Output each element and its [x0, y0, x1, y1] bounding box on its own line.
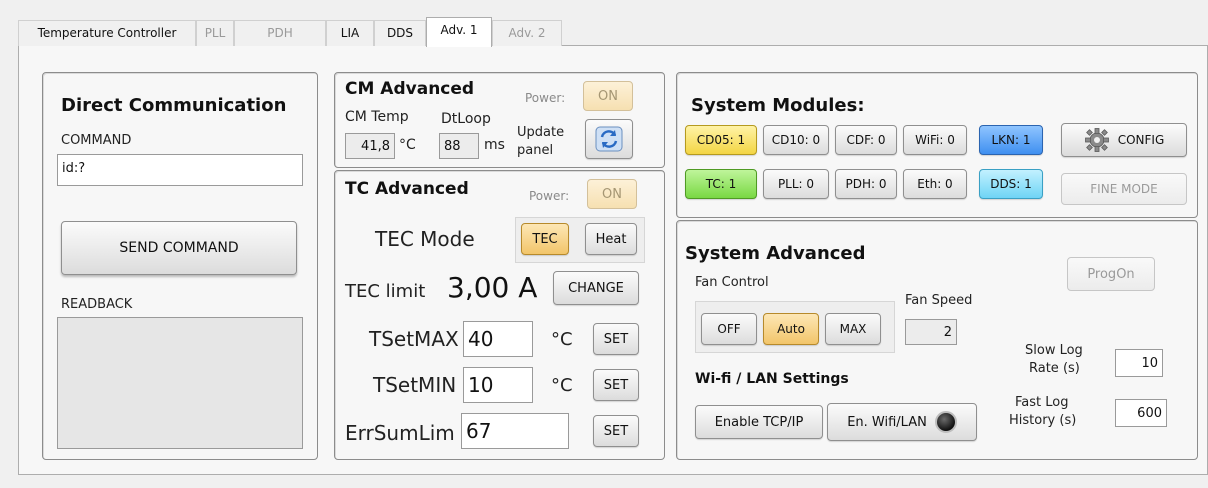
direct-communication-title: Direct Communication [61, 95, 287, 116]
tab-adv-2[interactable]: Adv. 2 [492, 20, 562, 46]
cm-temp-unit: °C [399, 137, 416, 153]
tab-pdh[interactable]: PDH [234, 20, 326, 46]
cm-temp-value: 41,8 [345, 133, 395, 159]
tsetmax-label: TSetMAX [369, 327, 459, 351]
cm-temp-label: CM Temp [345, 109, 409, 125]
fine-mode-button[interactable]: FINE MODE [1061, 173, 1187, 205]
slow-log-rate-input[interactable]: 10 [1115, 349, 1163, 377]
fast-log-history-input[interactable]: 600 [1115, 399, 1167, 427]
fast-log-label-1: Fast Log [1015, 395, 1069, 410]
slow-log-label-1: Slow Log [1025, 343, 1083, 358]
module-cd10-badge[interactable]: CD10: 0 [763, 125, 829, 155]
update-panel-label-2: panel [517, 143, 554, 158]
module-pll-badge[interactable]: PLL: 0 [763, 169, 829, 199]
direct-communication-panel: Direct Communication COMMAND id:? SEND C… [42, 72, 318, 460]
config-button-label: CONFIG [1117, 133, 1165, 147]
errsumlim-set-button[interactable]: SET [593, 415, 639, 447]
dtloop-value: 88 [439, 133, 479, 159]
tc-advanced-title: TC Advanced [345, 179, 469, 199]
cm-power-button[interactable]: ON [583, 81, 633, 111]
system-advanced-title: System Advanced [685, 243, 866, 264]
fan-speed-label: Fan Speed [905, 293, 973, 308]
fan-auto-button[interactable]: Auto [763, 313, 819, 345]
wifi-lan-status-led-icon [934, 411, 957, 433]
tab-temperature-controller[interactable]: Temperature Controller [18, 20, 196, 46]
module-lkn-badge[interactable]: LKN: 1 [979, 125, 1043, 155]
dtloop-label: DtLoop [441, 111, 491, 127]
tc-power-label: Power: [529, 189, 570, 203]
update-panel-button[interactable] [585, 119, 633, 159]
errsumlim-input[interactable]: 67 [461, 413, 569, 449]
system-modules-panel: System Modules: CD05: 1 CD10: 0 CDF: 0 W… [676, 72, 1198, 218]
tsetmax-set-button[interactable]: SET [593, 323, 639, 355]
cm-advanced-panel: CM Advanced Power: ON CM Temp DtLoop 41,… [334, 72, 665, 168]
tsetmax-unit: °C [551, 329, 573, 350]
fan-speed-value: 2 [905, 319, 957, 345]
tec-limit-label: TEC limit [345, 281, 426, 302]
fan-max-button[interactable]: MAX [825, 313, 881, 345]
dtloop-unit: ms [484, 137, 505, 153]
fast-log-label-2: History (s) [1009, 413, 1077, 428]
tsetmin-label: TSetMIN [373, 373, 457, 397]
tec-mode-label: TEC Mode [375, 227, 475, 251]
command-input[interactable]: id:? [57, 154, 303, 186]
readback-label: READBACK [61, 297, 133, 312]
tc-power-button[interactable]: ON [587, 179, 637, 209]
enable-tcp-ip-button[interactable]: Enable TCP/IP [695, 405, 823, 439]
system-modules-title: System Modules: [691, 95, 865, 116]
enable-wifi-lan-label: En. Wifi/LAN [847, 414, 927, 430]
errsumlim-label: ErrSumLim [345, 421, 455, 445]
slow-log-label-2: Rate (s) [1029, 361, 1080, 376]
cm-advanced-title: CM Advanced [345, 79, 475, 99]
wifi-lan-title: Wi-fi / LAN Settings [695, 371, 849, 387]
tab-dds[interactable]: DDS [374, 20, 426, 46]
command-label: COMMAND [61, 133, 132, 148]
tsetmin-unit: °C [551, 375, 573, 396]
tec-mode-tec-button[interactable]: TEC [521, 223, 569, 255]
module-dds-badge[interactable]: DDS: 1 [979, 169, 1043, 199]
fan-control-label: Fan Control [695, 275, 769, 290]
tab-bar: Temperature Controller PLL PDH LIA DDS A… [18, 17, 1208, 47]
send-command-button[interactable]: SEND COMMAND [61, 221, 297, 275]
update-panel-label-1: Update [517, 125, 565, 140]
module-cd05-badge[interactable]: CD05: 1 [685, 125, 757, 155]
module-eth-badge[interactable]: Eth: 0 [903, 169, 967, 199]
system-advanced-panel: System Advanced ProgOn Fan Control OFF A… [676, 220, 1198, 460]
tsetmax-input[interactable]: 40 [463, 321, 533, 357]
module-pdh-badge[interactable]: PDH: 0 [835, 169, 897, 199]
refresh-icon [595, 126, 623, 152]
tc-advanced-panel: TC Advanced Power: ON TEC Mode TEC Heat … [334, 170, 665, 460]
readback-display [57, 317, 303, 449]
tec-mode-heat-button[interactable]: Heat [585, 223, 637, 255]
tsetmin-input[interactable]: 10 [463, 367, 533, 403]
enable-wifi-lan-button[interactable]: En. Wifi/LAN [827, 403, 977, 441]
fan-off-button[interactable]: OFF [701, 313, 757, 345]
tab-adv-1[interactable]: Adv. 1 [426, 17, 492, 47]
tec-limit-change-button[interactable]: CHANGE [553, 271, 639, 305]
progon-button[interactable]: ProgOn [1067, 257, 1155, 291]
tab-pll[interactable]: PLL [196, 20, 234, 46]
config-button[interactable]: CONFIG [1061, 123, 1187, 157]
module-tc-badge[interactable]: TC: 1 [685, 169, 757, 199]
module-wifi-badge[interactable]: WiFi: 0 [903, 125, 967, 155]
tec-limit-value: 3,00 A [447, 271, 538, 304]
tab-lia[interactable]: LIA [326, 20, 374, 46]
tsetmin-set-button[interactable]: SET [593, 369, 639, 401]
gear-icon [1084, 128, 1109, 152]
cm-power-label: Power: [525, 91, 566, 105]
module-cdf-badge[interactable]: CDF: 0 [835, 125, 897, 155]
